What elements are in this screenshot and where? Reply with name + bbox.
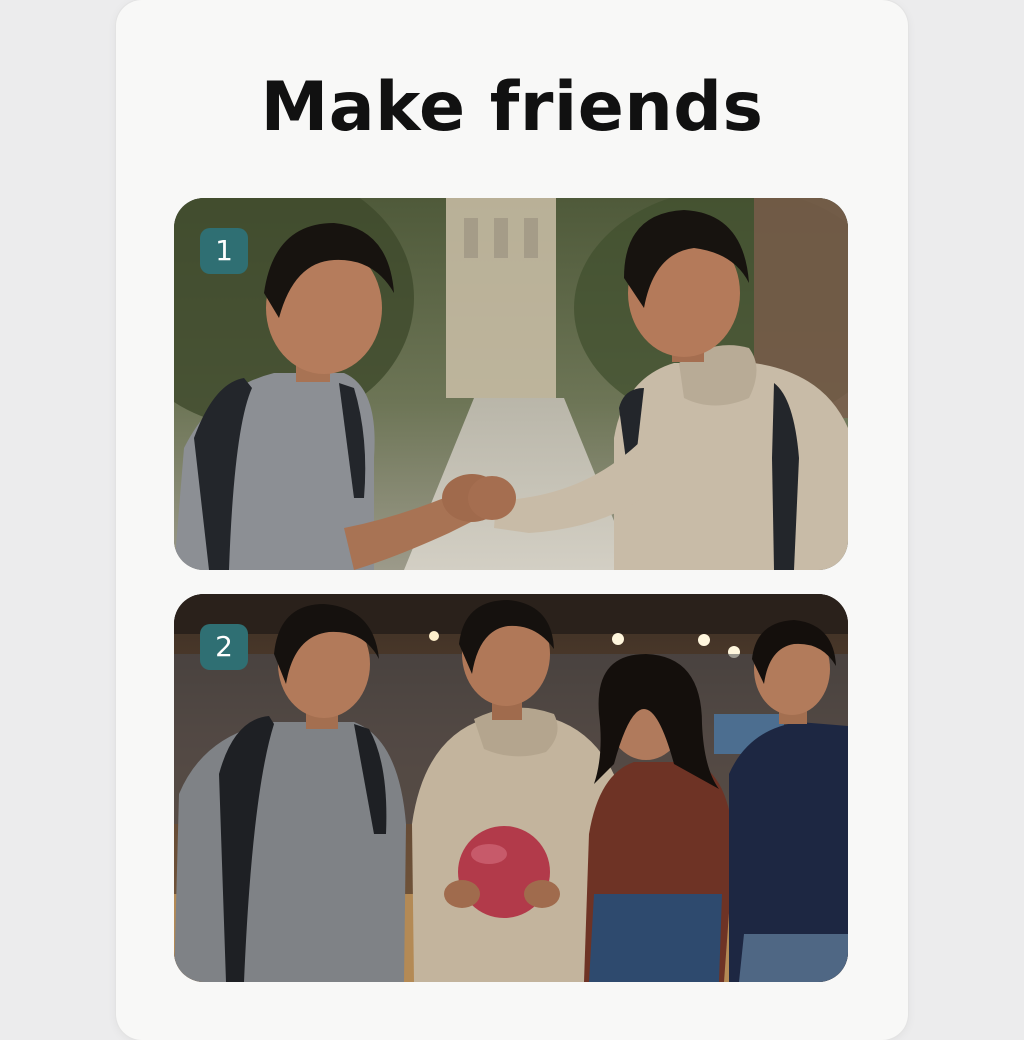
step-1-photo: 1 <box>174 198 848 570</box>
step-number-badge: 2 <box>200 624 248 670</box>
step-2-photo: 2 <box>174 594 848 982</box>
step-card: Make friends 1 2 <box>116 0 908 1040</box>
fist-bump-illustration <box>174 198 848 570</box>
step-number-badge: 1 <box>200 228 248 274</box>
friends-bowling-illustration <box>174 594 848 982</box>
card-title: Make friends <box>260 68 764 147</box>
